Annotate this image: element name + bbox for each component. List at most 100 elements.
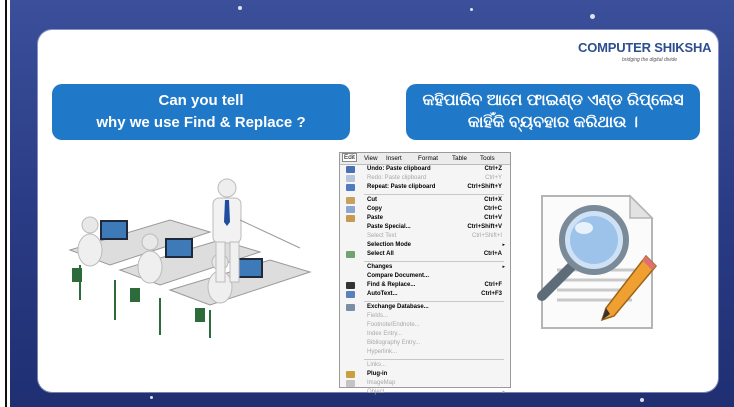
menu-edit[interactable]: Edit xyxy=(342,153,357,162)
menu-item-shortcut: Ctrl+Shift+Y xyxy=(467,184,502,190)
find-replace-magnifier-icon xyxy=(537,194,658,329)
database-icon xyxy=(346,304,355,311)
menu-item-shortcut: Ctrl+F3 xyxy=(481,291,502,297)
menu-item-label: Paste xyxy=(367,215,384,221)
menu-item-select-all[interactable]: Select All Ctrl+A xyxy=(340,251,510,259)
menu-item-shortcut: Ctrl+X xyxy=(484,197,502,203)
menu-item-repeat[interactable]: Repeat: Paste clipboard Ctrl+Shift+Y xyxy=(340,184,510,192)
paste-icon xyxy=(346,215,355,222)
menu-item-label: Compare Document... xyxy=(367,273,430,279)
menu-item-cut[interactable]: Cut Ctrl+X xyxy=(340,197,510,205)
menu-insert[interactable]: Insert xyxy=(386,155,402,162)
menu-item-shortcut: Ctrl+A xyxy=(483,251,502,257)
odia-question-line-2: କାହିଁକି ବ୍ୟବହାର କରିଥାଉ । xyxy=(467,114,639,131)
menu-item-label: Object xyxy=(367,389,385,395)
menu-item-undo[interactable]: Undo: Paste clipboard Ctrl+Z xyxy=(340,166,510,174)
edit-menu-screenshot: Edit View Insert Format Table Tools Undo… xyxy=(339,152,511,395)
menu-item-redo[interactable]: Redo: Paste clipboard Ctrl+Y xyxy=(340,175,510,183)
left-edge-strip xyxy=(0,0,10,407)
menu-item-copy[interactable]: Copy Ctrl+C xyxy=(340,206,510,214)
menu-item-label: Footnote/Endnote... xyxy=(367,322,420,328)
menu-item-label: Index Entry... xyxy=(367,331,402,337)
menu-item-paste-special[interactable]: Paste Special... Ctrl+Shift+V xyxy=(340,224,510,232)
menu-item-label: Cut xyxy=(367,197,377,203)
menu-item-label: Bibliography Entry... xyxy=(367,340,421,346)
brand-logo: COMPUTER SHIKSHA bridging the digital di… xyxy=(578,40,712,64)
menu-separator xyxy=(364,359,504,360)
menu-item-label: AutoText... xyxy=(367,291,398,297)
scissors-icon xyxy=(346,197,355,204)
left-edge-line xyxy=(5,0,7,407)
menu-item-shortcut: Ctrl+Shift+I xyxy=(471,233,502,239)
question-line-1: Can you tell xyxy=(158,92,244,109)
menu-item-shortcut: Ctrl+Y xyxy=(485,175,502,181)
plugin-icon xyxy=(346,371,355,378)
menu-view[interactable]: View xyxy=(364,155,378,162)
menu-bar: Edit View Insert Format Table Tools xyxy=(340,153,510,165)
sparkle-decoration xyxy=(238,6,242,10)
submenu-arrow-icon: ▸ xyxy=(502,389,505,395)
menu-item-shortcut: Ctrl+Z xyxy=(484,166,502,172)
copy-icon xyxy=(346,206,355,213)
menu-item-footnote[interactable]: Footnote/Endnote... xyxy=(340,322,510,330)
imagemap-icon xyxy=(346,380,355,387)
menu-tools[interactable]: Tools xyxy=(480,155,495,162)
menu-item-object[interactable]: Object ▸ xyxy=(340,389,510,397)
menu-separator xyxy=(364,194,504,195)
menu-item-label: Select All xyxy=(367,251,394,257)
menu-item-imagemap[interactable]: ImageMap xyxy=(340,380,510,388)
menu-item-hyperlink[interactable]: Hyperlink... xyxy=(340,349,510,357)
menu-item-shortcut: Ctrl+V xyxy=(484,215,502,221)
menu-item-label: Select Text xyxy=(367,233,397,239)
binoculars-icon xyxy=(346,282,355,289)
brand-name-part2: SHIKSHA xyxy=(654,40,712,55)
menu-item-links[interactable]: Links... xyxy=(340,362,510,370)
brand-name: COMPUTER SHIKSHA xyxy=(578,40,712,55)
menu-item-label: Changes xyxy=(367,264,393,270)
sparkle-decoration xyxy=(470,8,473,11)
menu-item-label: Paste Special... xyxy=(367,224,411,230)
menu-table[interactable]: Table xyxy=(452,155,467,162)
autotext-icon xyxy=(346,291,355,298)
menu-item-fields[interactable]: Fields... xyxy=(340,313,510,321)
menu-item-autotext[interactable]: AutoText... Ctrl+F3 xyxy=(340,291,510,299)
select-all-icon xyxy=(346,251,355,258)
menu-item-label: Repeat: Paste clipboard xyxy=(367,184,436,190)
menu-item-select-text[interactable]: Select Text Ctrl+Shift+I xyxy=(340,233,510,241)
menu-item-label: Redo: Paste clipboard xyxy=(367,175,427,181)
menu-item-shortcut: Ctrl+F xyxy=(484,282,502,288)
brand-name-part1: COMPUTER xyxy=(578,40,651,55)
question-line-2: why we use Find & Replace ? xyxy=(96,114,306,131)
menu-item-selection-mode[interactable]: Selection Mode ▸ xyxy=(340,242,510,250)
menu-item-label: Hyperlink... xyxy=(367,349,398,355)
menu-item-label: ImageMap xyxy=(367,380,396,386)
menu-item-label: Selection Mode xyxy=(367,242,412,248)
question-banner-english: Can you tell why we use Find & Replace ? xyxy=(52,84,350,140)
sparkle-decoration xyxy=(150,396,153,399)
submenu-arrow-icon: ▸ xyxy=(502,242,505,248)
redo-icon xyxy=(346,175,355,182)
classroom-illustration xyxy=(60,170,325,340)
menu-separator xyxy=(364,301,504,302)
sparkle-decoration xyxy=(590,14,595,19)
menu-item-compare-document[interactable]: Compare Document... xyxy=(340,273,510,281)
menu-item-changes[interactable]: Changes ▸ xyxy=(340,264,510,272)
menu-item-label: Plug-in xyxy=(367,371,388,377)
menu-item-label: Exchange Database... xyxy=(367,304,429,310)
menu-item-exchange-database[interactable]: Exchange Database... xyxy=(340,304,510,312)
menu-item-shortcut: Ctrl+C xyxy=(483,206,502,212)
menu-item-bibliography-entry[interactable]: Bibliography Entry... xyxy=(340,340,510,348)
question-banner-odia: କହିପାରିବ ଆମେ ଫାଇଣ୍ଡ ଏଣ୍ଡ ରିପ୍ଲେସ କାହିଁକି… xyxy=(406,84,700,140)
sparkle-decoration xyxy=(640,398,644,402)
submenu-arrow-icon: ▸ xyxy=(502,264,505,270)
undo-icon xyxy=(346,166,355,173)
menu-item-paste[interactable]: Paste Ctrl+V xyxy=(340,215,510,223)
menu-item-find-replace[interactable]: Find & Replace... Ctrl+F xyxy=(340,282,510,290)
menu-item-index-entry[interactable]: Index Entry... xyxy=(340,331,510,339)
brand-tagline: bridging the digital divide xyxy=(622,57,678,63)
menu-item-plug-in[interactable]: Plug-in xyxy=(340,371,510,379)
menu-format[interactable]: Format xyxy=(418,155,438,162)
odia-question-line-1: କହିପାରିବ ଆମେ ଫାଇଣ୍ଡ ଏଣ୍ଡ ରିପ୍ଲେସ xyxy=(422,92,684,109)
menu-item-shortcut: Ctrl+Shift+V xyxy=(467,224,502,230)
menu-item-label: Fields... xyxy=(367,313,389,319)
